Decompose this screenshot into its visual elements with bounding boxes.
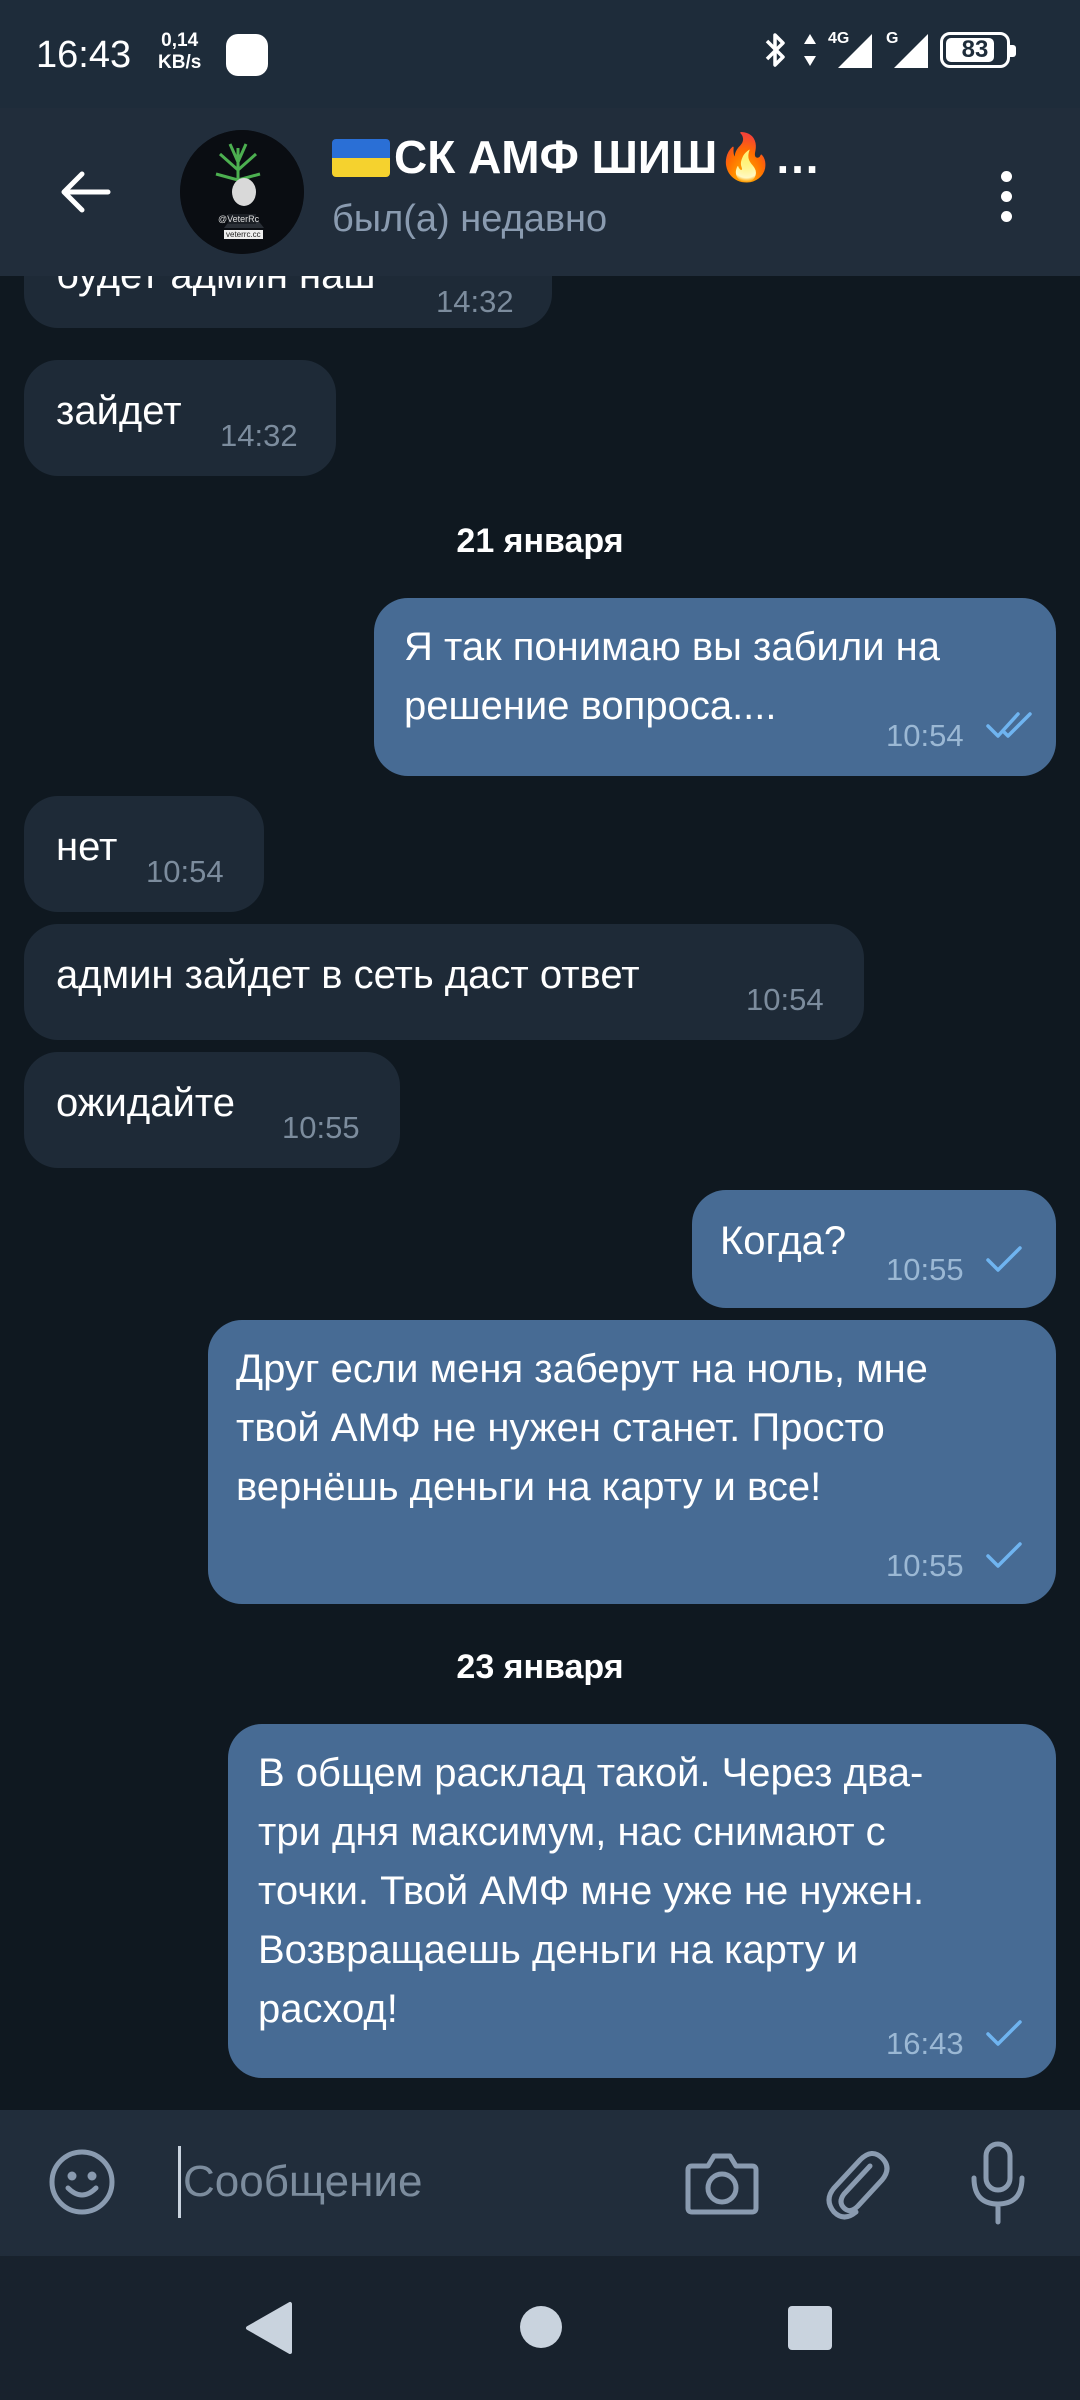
message-incoming[interactable]: зайдет 14:32 (24, 360, 336, 476)
attach-button[interactable] (822, 2144, 892, 2224)
message-text: Друг если меня заберут на ноль, мне твой… (236, 1340, 928, 1517)
message-time: 16:43 (886, 2026, 964, 2061)
message-list[interactable]: будет админ наш 14:32 зайдет 14:32 21 ян… (0, 276, 1080, 2110)
arrow-left-icon (61, 171, 111, 213)
more-vertical-icon-dot (1000, 210, 1012, 222)
app-notification-icon (226, 34, 268, 76)
message-outgoing[interactable]: Когда? 10:55 (692, 1190, 1056, 1308)
more-vertical-icon-dot (1000, 190, 1012, 202)
network-speed-unit: KB/s (158, 52, 202, 73)
battery-tip (1010, 45, 1016, 57)
message-outgoing[interactable]: Я так понимаю вы забили на решение вопро… (374, 598, 1056, 776)
status-icons: 4G G 83 (758, 30, 1016, 70)
camera-button[interactable] (684, 2148, 760, 2218)
message-text: нет (56, 825, 118, 869)
nav-home-icon[interactable] (520, 2306, 562, 2348)
message-line: решение вопроса.... (404, 684, 777, 728)
nav-back-icon[interactable] (242, 2300, 298, 2356)
message-text: админ зайдет в сеть даст ответ (56, 953, 640, 997)
chat-title: СК АМФ ШИШ🔥… (394, 131, 821, 183)
avatar-caption-2: veterrc.cc (224, 230, 263, 239)
message-line: твой АМФ не нужен станет. Просто (236, 1406, 885, 1450)
back-button[interactable] (44, 152, 124, 232)
message-incoming[interactable]: админ зайдет в сеть даст ответ 10:54 (24, 924, 864, 1040)
message-text: Я так понимаю вы забили на решение вопро… (404, 618, 940, 736)
chat-last-seen: был(а) недавно (332, 198, 608, 240)
date-separator: 23 января (456, 1648, 624, 1686)
voice-record-button[interactable] (966, 2140, 1030, 2226)
message-incoming[interactable]: будет админ наш 14:32 (24, 276, 552, 328)
message-text: ожидайте (56, 1081, 235, 1125)
date-separator: 21 января (456, 522, 624, 560)
signal-strength-2-icon (894, 34, 928, 68)
message-line: три дня максимум, нас снимают с (258, 1810, 886, 1854)
microphone-icon (971, 2141, 1025, 2225)
message-time: 14:32 (220, 418, 298, 453)
message-text: зайдет (56, 389, 182, 433)
system-navigation-bar (0, 2256, 1080, 2400)
signal-g: G (884, 30, 930, 70)
signal-strength-icon (838, 34, 872, 68)
message-outgoing[interactable]: В общем расклад такой. Через два- три дн… (228, 1724, 1056, 2078)
signal-4g: 4G (828, 30, 874, 70)
message-incoming[interactable]: нет 10:54 (24, 796, 264, 912)
message-line: вернёшь деньги на карту и все! (236, 1465, 822, 1509)
battery-indicator: 83 (940, 32, 1016, 68)
message-line: Друг если меня заберут на ноль, мне (236, 1347, 928, 1391)
message-time: 14:32 (436, 284, 514, 319)
chat-title-row[interactable]: СК АМФ ШИШ🔥… (332, 130, 892, 185)
chat-header: @VeterRc veterrc.cc СК АМФ ШИШ🔥… был(а) … (0, 108, 1080, 276)
ukraine-flag-icon (332, 138, 390, 177)
avatar-caption: @VeterRc (218, 214, 260, 224)
emoji-button[interactable] (46, 2146, 118, 2218)
camera-icon (685, 2153, 759, 2215)
status-time: 16:43 (36, 34, 132, 76)
message-outgoing[interactable]: Друг если меня заберут на ноль, мне твой… (208, 1320, 1056, 1604)
message-line: точки. Твой АМФ мне уже не нужен. (258, 1869, 925, 1913)
network-speed-value: 0,14 (161, 30, 199, 51)
message-time: 10:54 (146, 854, 224, 889)
status-bar: 16:43 0,14 KB/s 4G G 83 (0, 0, 1080, 108)
data-arrows-icon (804, 34, 816, 66)
battery-level: 83 (961, 36, 989, 63)
message-text: будет админ наш (56, 276, 375, 305)
more-vertical-icon (1000, 170, 1012, 182)
emoji-icon (49, 2149, 115, 2215)
message-line: Я так понимаю вы забили на (404, 625, 941, 669)
message-composer: Сообщение (0, 2110, 1080, 2256)
more-menu-button[interactable] (976, 156, 1036, 236)
message-line: Возвращаешь деньги на карту и (258, 1928, 859, 1972)
check-icon (986, 2020, 1022, 2046)
message-time: 10:55 (886, 1548, 964, 1583)
double-check-icon (986, 712, 1032, 738)
paperclip-icon (826, 2151, 890, 2220)
bluetooth-icon (765, 33, 785, 67)
message-line: В общем расклад такой. Через два- (258, 1751, 924, 1795)
network-speed: 0,14 KB/s (158, 30, 201, 74)
message-text: Когда? (720, 1219, 847, 1263)
message-time: 10:54 (886, 718, 964, 753)
nav-recents-icon[interactable] (788, 2306, 832, 2350)
message-input[interactable]: Сообщение (178, 2146, 658, 2218)
chat-avatar[interactable]: @VeterRc veterrc.cc (180, 130, 304, 254)
message-time: 10:54 (746, 982, 824, 1017)
message-line: расход! (258, 1987, 398, 2031)
message-time: 10:55 (282, 1110, 360, 1145)
message-text: В общем расклад такой. Через два- три дн… (258, 1744, 924, 2039)
message-time: 10:55 (886, 1252, 964, 1287)
message-incoming[interactable]: ожидайте 10:55 (24, 1052, 400, 1168)
check-icon (986, 1246, 1022, 1272)
check-icon (986, 1542, 1022, 1568)
